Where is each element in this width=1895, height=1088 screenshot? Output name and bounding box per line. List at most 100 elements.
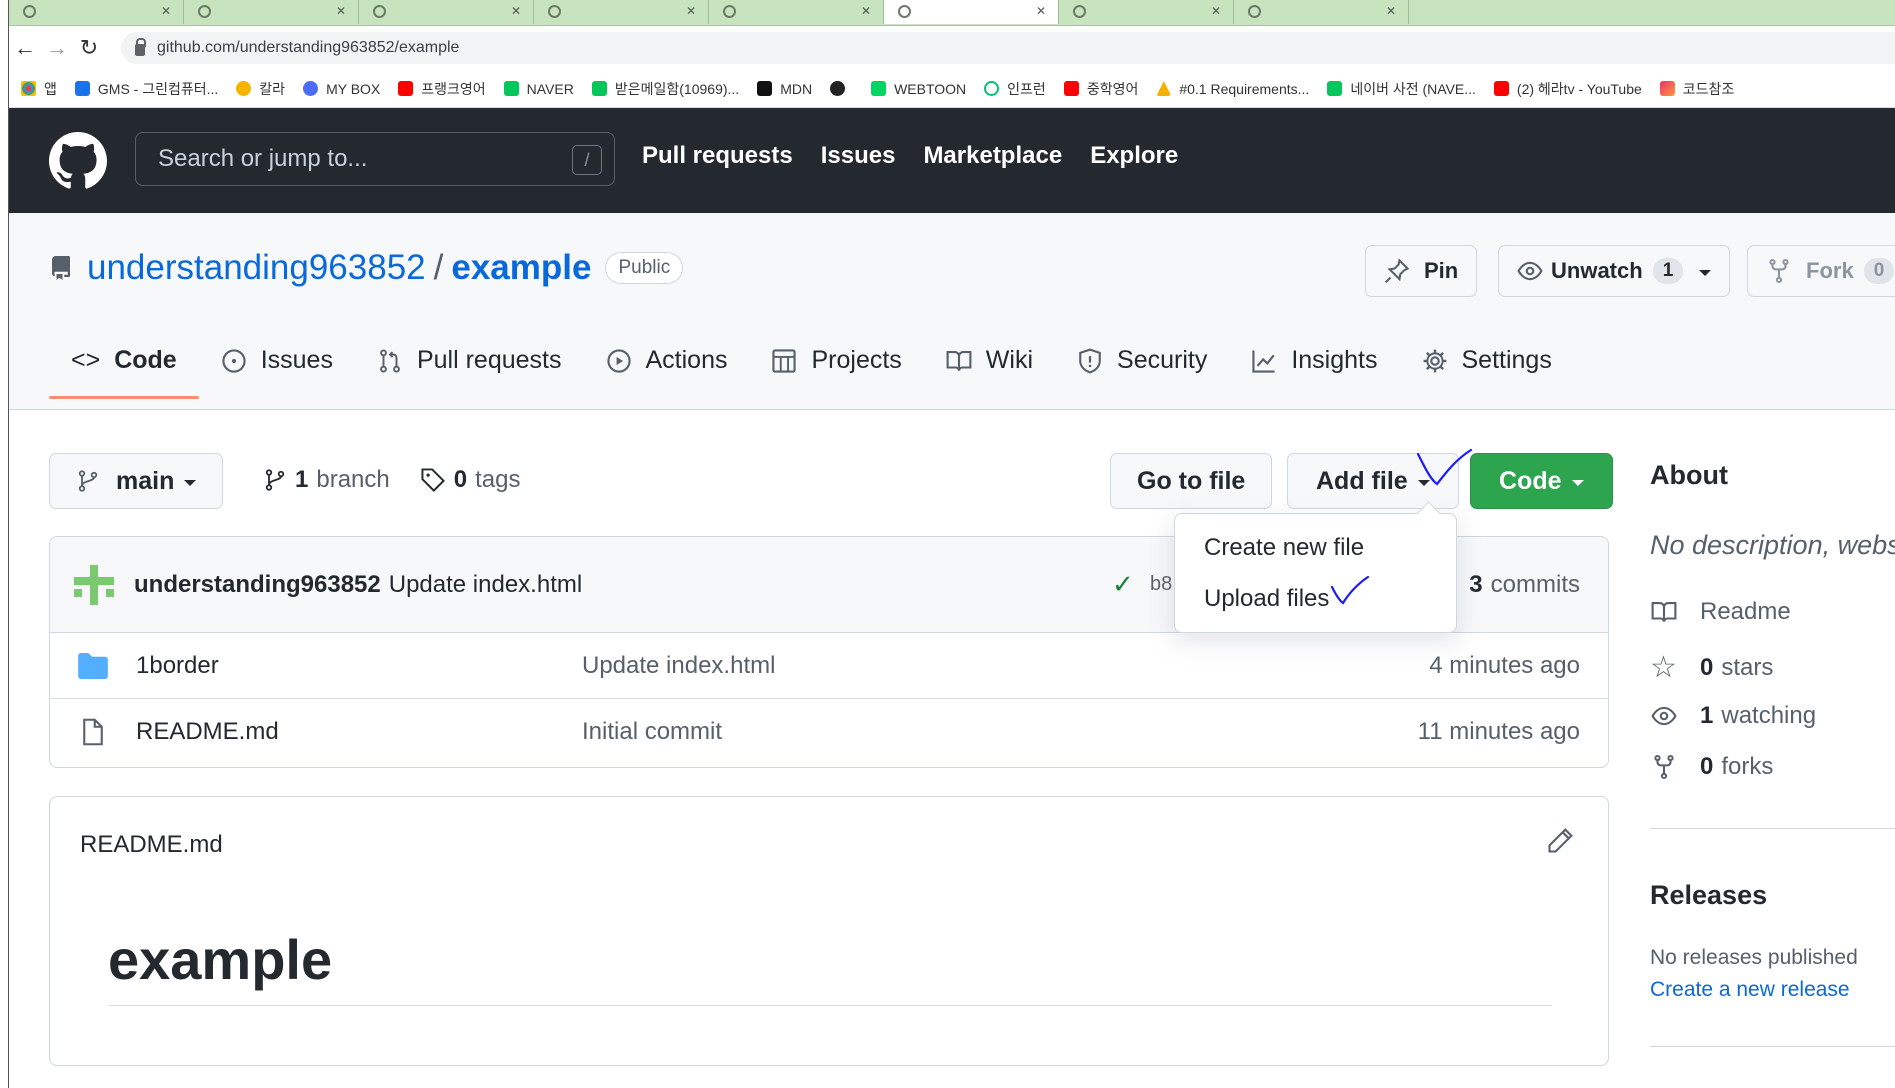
forks-link[interactable]: 0 forks bbox=[1650, 753, 1773, 781]
tab-close-icon[interactable]: ✕ bbox=[1386, 4, 1396, 18]
project-table-icon bbox=[772, 348, 797, 373]
fork-icon bbox=[1654, 754, 1674, 780]
browser-tab[interactable]: ✕ bbox=[1059, 0, 1234, 24]
tab-actions[interactable]: Actions bbox=[584, 346, 750, 397]
branches-link[interactable]: 1 branch bbox=[263, 466, 390, 494]
watching-link[interactable]: 1 watching bbox=[1650, 702, 1816, 730]
commit-author-link[interactable]: understanding963852 bbox=[134, 571, 381, 599]
forward-arrow-icon[interactable]: → bbox=[41, 35, 73, 61]
check-icon[interactable]: ✓ bbox=[1112, 569, 1134, 600]
bookmark-mail[interactable]: 받은메일함(10969)... bbox=[591, 79, 739, 99]
tab-close-icon[interactable]: ✕ bbox=[1036, 4, 1046, 18]
tab-close-icon[interactable]: ✕ bbox=[161, 4, 171, 18]
menu-item-upload-files[interactable]: Upload files bbox=[1204, 585, 1329, 613]
tab-code[interactable]: <> Code bbox=[49, 346, 199, 399]
commit-message-link[interactable]: Update index.html bbox=[389, 571, 582, 599]
menu-item-create-new-file[interactable]: Create new file bbox=[1204, 534, 1364, 562]
tab-insights[interactable]: Insights bbox=[1229, 346, 1399, 397]
nav-explore[interactable]: Explore bbox=[1090, 142, 1178, 170]
nav-issues[interactable]: Issues bbox=[821, 142, 896, 170]
readme-divider bbox=[108, 1005, 1552, 1006]
bookmark-inflearn[interactable]: 인프런 bbox=[984, 79, 1046, 99]
tab-close-icon[interactable]: ✕ bbox=[1211, 4, 1221, 18]
browser-tab-active[interactable]: ✕ bbox=[884, 0, 1059, 24]
tab-close-icon[interactable]: ✕ bbox=[861, 4, 871, 18]
globe-icon bbox=[830, 81, 846, 96]
tab-close-icon[interactable]: ✕ bbox=[511, 4, 521, 18]
browser-tab[interactable]: ✕ bbox=[534, 0, 709, 24]
repo-owner-link[interactable]: understanding963852 bbox=[87, 248, 426, 288]
add-file-button[interactable]: Add file bbox=[1287, 453, 1459, 509]
youtube-icon bbox=[1063, 81, 1079, 96]
browser-tab-strip: ✕ ✕ ✕ ✕ ✕ ✕ ✕ ✕ bbox=[9, 0, 1895, 26]
table-row[interactable]: README.md Initial commit 11 minutes ago bbox=[50, 699, 1608, 765]
tab-projects[interactable]: Projects bbox=[749, 346, 923, 397]
webtoon-icon bbox=[871, 81, 887, 96]
github-header: Search or jump to... / Pull requests Iss… bbox=[9, 108, 1895, 213]
file-commit-message[interactable]: Initial commit bbox=[582, 718, 722, 746]
browser-tab[interactable]: ✕ bbox=[9, 0, 184, 24]
bookmark-webtoon[interactable]: WEBTOON bbox=[871, 81, 966, 97]
visibility-badge: Public bbox=[605, 252, 684, 284]
github-logo-icon[interactable] bbox=[49, 132, 107, 190]
pencil-icon[interactable] bbox=[1546, 827, 1574, 855]
file-name-link[interactable]: 1border bbox=[136, 652, 219, 680]
tab-pull-requests[interactable]: Pull requests bbox=[355, 346, 584, 397]
browser-tab[interactable]: ✕ bbox=[709, 0, 884, 24]
tags-link[interactable]: 0 tags bbox=[420, 466, 520, 494]
sidebar-divider bbox=[1650, 1046, 1895, 1047]
tab-favicon-icon bbox=[198, 5, 211, 18]
tab-security[interactable]: Security bbox=[1055, 346, 1229, 397]
tab-settings[interactable]: Settings bbox=[1400, 346, 1574, 397]
bookmark-naver[interactable]: NAVER bbox=[503, 81, 574, 97]
bookmark-code-ref[interactable]: 코드참조 bbox=[1659, 79, 1734, 99]
bookmark-requirements[interactable]: #0.1 Requirements... bbox=[1156, 81, 1309, 97]
browser-tab[interactable]: ✕ bbox=[1234, 0, 1409, 24]
tab-close-icon[interactable]: ✕ bbox=[336, 4, 346, 18]
browser-tab[interactable]: ✕ bbox=[184, 0, 359, 24]
reload-icon[interactable]: ↻ bbox=[73, 35, 105, 61]
tab-close-icon[interactable]: ✕ bbox=[686, 4, 696, 18]
nav-pull-requests[interactable]: Pull requests bbox=[642, 142, 793, 170]
releases-heading[interactable]: Releases bbox=[1650, 880, 1767, 911]
table-row[interactable]: 1border Update index.html 4 minutes ago bbox=[50, 633, 1608, 699]
bookmark-apps[interactable]: 앱 bbox=[21, 79, 57, 99]
fork-button[interactable]: Fork 0 bbox=[1747, 245, 1895, 297]
address-bar[interactable]: github.com/understanding963852/example bbox=[121, 32, 1895, 64]
file-time: 4 minutes ago bbox=[1429, 651, 1580, 679]
stars-link[interactable]: ☆ 0 stars bbox=[1650, 650, 1773, 685]
create-release-link[interactable]: Create a new release bbox=[1650, 978, 1850, 1002]
search-input[interactable]: Search or jump to... / bbox=[135, 132, 615, 186]
code-button[interactable]: Code bbox=[1470, 453, 1613, 509]
chevron-down-icon bbox=[1699, 270, 1712, 276]
bookmark-youtube-frank[interactable]: 프랭크영어 bbox=[398, 79, 486, 99]
commits-history-link[interactable]: 3 commits bbox=[1469, 571, 1580, 599]
pin-button[interactable]: Pin bbox=[1365, 245, 1478, 297]
bookmark-mybox[interactable]: MY BOX bbox=[303, 81, 380, 97]
bookmark-color[interactable]: 칼라 bbox=[236, 79, 285, 99]
bookmark-mdn[interactable]: MDN bbox=[757, 81, 812, 97]
bookmark-youtube-hera[interactable]: (2) 헤라tv - YouTube bbox=[1493, 79, 1642, 99]
file-name-link[interactable]: README.md bbox=[136, 718, 279, 746]
readme-heading: example bbox=[108, 928, 333, 991]
tab-favicon-icon bbox=[23, 5, 36, 18]
back-arrow-icon[interactable]: ← bbox=[9, 35, 41, 61]
bookmark-gms[interactable]: GMS - 그린컴퓨터... bbox=[74, 79, 218, 99]
bookmark-naver-dict[interactable]: 네이버 사전 (NAVE... bbox=[1327, 79, 1476, 99]
bookmark-globe[interactable] bbox=[830, 81, 853, 96]
repo-name-link[interactable]: example bbox=[451, 248, 591, 288]
browser-tab[interactable]: ✕ bbox=[359, 0, 534, 24]
star-icon: ☆ bbox=[1650, 651, 1677, 684]
nav-marketplace[interactable]: Marketplace bbox=[923, 142, 1062, 170]
avatar[interactable] bbox=[74, 564, 114, 605]
tab-wiki[interactable]: Wiki bbox=[924, 346, 1055, 397]
branch-select-button[interactable]: main bbox=[49, 453, 224, 509]
warning-triangle-icon bbox=[1156, 81, 1172, 96]
commit-sha[interactable]: b8 bbox=[1150, 573, 1172, 596]
tab-issues[interactable]: Issues bbox=[199, 346, 355, 397]
go-to-file-button[interactable]: Go to file bbox=[1110, 453, 1273, 509]
file-commit-message[interactable]: Update index.html bbox=[582, 652, 775, 680]
unwatch-button[interactable]: Unwatch 1 bbox=[1498, 245, 1731, 297]
readme-link[interactable]: Readme bbox=[1650, 598, 1791, 626]
bookmark-youtube-english[interactable]: 중학영어 bbox=[1063, 79, 1138, 99]
